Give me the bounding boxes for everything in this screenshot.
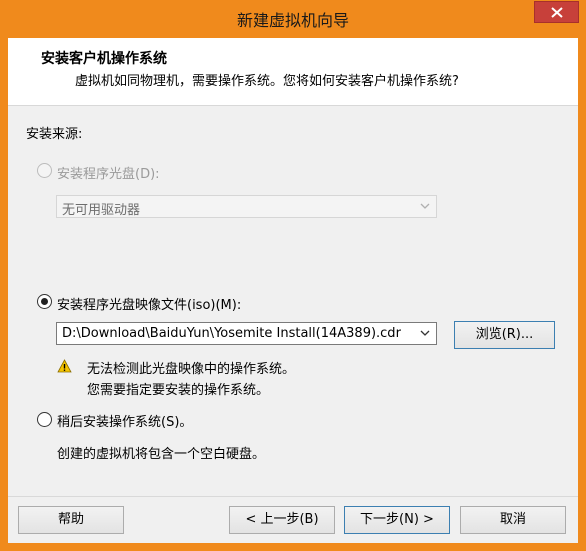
browse-button[interactable]: 浏览(R)... (454, 321, 555, 349)
wizard-body: 安装客户机操作系统 虚拟机如同物理机，需要操作系统。您将如何安装客户机操作系统?… (8, 38, 578, 543)
installer-disc-label: 安装程序光盘(D): (57, 167, 160, 182)
window-title: 新建虚拟机向导 (236, 11, 349, 30)
radio-installer-disc[interactable] (37, 163, 52, 178)
radio-selected-dot (41, 298, 48, 305)
warning-line-2: 您需要指定要安装的操作系统。 (87, 383, 270, 398)
disc-drive-value: 无可用驱动器 (62, 203, 141, 218)
warning-icon (57, 359, 72, 373)
iso-image-label: 安装程序光盘映像文件(iso)(M): (57, 298, 242, 313)
chevron-down-icon[interactable] (420, 330, 430, 337)
back-button[interactable]: < 上一步(B) (229, 506, 335, 534)
iso-path-value: D:\Download\BaiduYun\Yosemite Install(14… (62, 326, 401, 341)
close-button[interactable] (534, 1, 579, 23)
title-bar[interactable]: 新建虚拟机向导 (0, 0, 586, 38)
next-button[interactable]: 下一步(N) > (344, 506, 450, 534)
cancel-button[interactable]: 取消 (460, 506, 566, 534)
close-icon (551, 7, 563, 18)
radio-install-later[interactable] (37, 412, 52, 427)
wizard-header: 安装客户机操作系统 虚拟机如同物理机，需要操作系统。您将如何安装客户机操作系统? (8, 38, 578, 106)
install-later-description: 创建的虚拟机将包含一个空白硬盘。 (57, 447, 266, 462)
iso-path-combobox[interactable]: D:\Download\BaiduYun\Yosemite Install(14… (56, 322, 437, 345)
chevron-down-icon (420, 203, 430, 209)
install-source-label: 安装来源: (26, 127, 83, 142)
help-button[interactable]: 帮助 (18, 506, 124, 534)
page-subtitle: 虚拟机如同物理机，需要操作系统。您将如何安装客户机操作系统? (75, 74, 459, 89)
radio-iso-image[interactable] (37, 294, 52, 309)
install-later-label: 稍后安装操作系统(S)。 (57, 415, 193, 430)
disc-drive-dropdown[interactable]: 无可用驱动器 (56, 195, 437, 218)
warning-line-1: 无法检测此光盘映像中的操作系统。 (87, 362, 296, 377)
wizard-window: 新建虚拟机向导 安装客户机操作系统 虚拟机如同物理机，需要操作系统。您将如何安装… (0, 0, 586, 551)
footer-divider (8, 496, 578, 497)
page-title: 安装客户机操作系统 (41, 51, 167, 67)
